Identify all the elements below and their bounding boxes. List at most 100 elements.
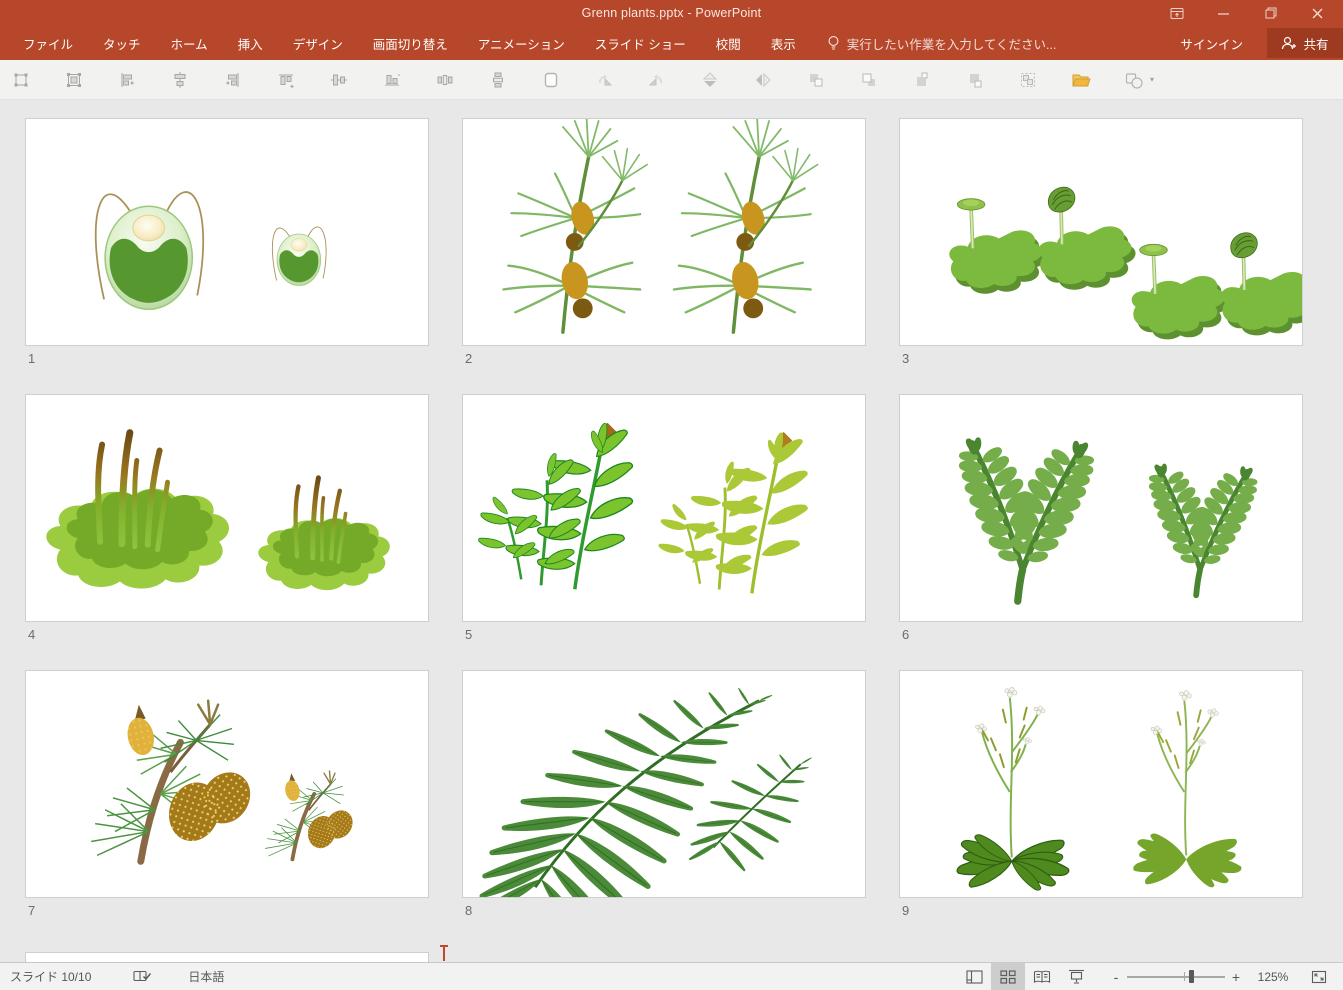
share-button[interactable]: 共有 bbox=[1267, 28, 1343, 58]
close-icon[interactable] bbox=[1294, 0, 1341, 26]
window-title: Grenn plants.pptx - PowerPoint bbox=[0, 0, 1343, 26]
fit-to-window-icon[interactable] bbox=[1299, 963, 1339, 990]
quick-access-toolbar: ▾ bbox=[0, 60, 1343, 100]
slide-sorter-pane: 1 bbox=[0, 100, 1343, 962]
slide-sorter-view-icon[interactable] bbox=[991, 963, 1025, 990]
signin-button[interactable]: サインイン bbox=[1156, 34, 1267, 53]
zoom-slider-track[interactable] bbox=[1127, 976, 1225, 978]
slide-cell-8: 8 bbox=[462, 670, 866, 920]
tab-animations[interactable]: アニメーション bbox=[463, 26, 580, 60]
open-folder-icon[interactable] bbox=[1070, 69, 1092, 91]
titlebar: Grenn plants.pptx - PowerPoint bbox=[0, 0, 1343, 26]
slide-7-artwork bbox=[26, 671, 428, 897]
bring-forward-icon[interactable] bbox=[805, 69, 827, 91]
group-objects-icon[interactable] bbox=[1017, 69, 1039, 91]
bring-to-front-icon[interactable] bbox=[911, 69, 933, 91]
align-top-icon[interactable] bbox=[275, 69, 297, 91]
slide-cell-3: 3 bbox=[899, 118, 1303, 368]
person-add-icon bbox=[1281, 36, 1297, 50]
align-right-icon[interactable] bbox=[222, 69, 244, 91]
send-backward-icon[interactable] bbox=[858, 69, 880, 91]
slideshow-view-icon[interactable] bbox=[1059, 963, 1093, 990]
slide-7-thumbnail[interactable] bbox=[25, 670, 429, 898]
insertion-cursor bbox=[443, 945, 445, 961]
slide-8-artwork bbox=[463, 671, 865, 897]
slide-1-thumbnail[interactable] bbox=[25, 118, 429, 346]
slide-cell-6: 6 bbox=[899, 394, 1303, 644]
statusbar-right: - + 125% bbox=[957, 963, 1343, 990]
scale-object-icon[interactable] bbox=[63, 69, 85, 91]
zoom-level[interactable]: 125% bbox=[1247, 970, 1299, 984]
minimize-icon[interactable] bbox=[1200, 0, 1247, 26]
slide-4-thumbnail[interactable] bbox=[25, 394, 429, 622]
spellcheck-icon[interactable] bbox=[133, 969, 152, 984]
flip-vertical-icon[interactable] bbox=[699, 69, 721, 91]
zoom-slider[interactable] bbox=[1127, 963, 1225, 990]
slide-cell-4: 4 bbox=[25, 394, 429, 644]
align-left-icon[interactable] bbox=[116, 69, 138, 91]
tab-home[interactable]: ホーム bbox=[156, 26, 223, 60]
flip-horizontal-icon[interactable] bbox=[752, 69, 774, 91]
statusbar: スライド 10/10 日本語 bbox=[0, 962, 1343, 990]
slide-number: 1 bbox=[25, 351, 429, 368]
slide-2-artwork bbox=[463, 119, 865, 345]
rotate-left-icon[interactable] bbox=[646, 69, 668, 91]
distribute-vertical-icon[interactable] bbox=[487, 69, 509, 91]
slide-number: 6 bbox=[899, 627, 1303, 644]
align-center-icon[interactable] bbox=[169, 69, 191, 91]
slide-number: 4 bbox=[25, 627, 429, 644]
normal-view-icon[interactable] bbox=[957, 963, 991, 990]
ribbon-display-options-icon[interactable] bbox=[1153, 0, 1200, 26]
slide-cell-5: 5 bbox=[462, 394, 866, 644]
account-area: サインイン 共有 bbox=[1156, 26, 1343, 60]
slide-3-thumbnail[interactable] bbox=[899, 118, 1303, 346]
slide-8-thumbnail[interactable] bbox=[462, 670, 866, 898]
zoom-out-button[interactable]: - bbox=[1105, 969, 1127, 985]
slide-5-artwork bbox=[463, 395, 865, 621]
send-to-back-icon[interactable] bbox=[964, 69, 986, 91]
slide-counter: スライド 10/10 bbox=[10, 968, 91, 985]
slide-number: 5 bbox=[462, 627, 866, 644]
distribute-horizontal-icon[interactable] bbox=[434, 69, 456, 91]
rotate-right-icon[interactable] bbox=[593, 69, 615, 91]
slide-6-thumbnail[interactable] bbox=[899, 394, 1303, 622]
window-controls bbox=[1153, 0, 1341, 26]
share-label: 共有 bbox=[1303, 34, 1328, 53]
tab-touch[interactable]: タッチ bbox=[88, 26, 156, 60]
zoom-slider-center-tick bbox=[1184, 972, 1185, 981]
zoom-in-button[interactable]: + bbox=[1225, 969, 1247, 985]
merge-shapes-dropdown-icon[interactable]: ▾ bbox=[1150, 75, 1154, 84]
size-position-icon[interactable] bbox=[10, 69, 32, 91]
tab-review[interactable]: 校閲 bbox=[701, 26, 756, 60]
tell-me-placeholder: 実行したい作業を入力してください... bbox=[847, 34, 1057, 53]
slide-grid: 1 bbox=[25, 118, 1303, 920]
slide-6-artwork bbox=[900, 395, 1302, 621]
slide-2-thumbnail[interactable] bbox=[462, 118, 866, 346]
slide-cell-9: 9 bbox=[899, 670, 1303, 920]
align-middle-icon[interactable] bbox=[328, 69, 350, 91]
slide-9-thumbnail[interactable] bbox=[899, 670, 1303, 898]
language-indicator[interactable]: 日本語 bbox=[188, 968, 224, 985]
lightbulb-icon bbox=[827, 35, 840, 51]
slide-10-thumbnail-partial[interactable] bbox=[25, 952, 429, 962]
tab-design[interactable]: デザイン bbox=[278, 26, 358, 60]
maximize-icon[interactable] bbox=[1247, 0, 1294, 26]
tab-file[interactable]: ファイル bbox=[8, 26, 88, 60]
merge-shapes-icon[interactable] bbox=[1123, 69, 1145, 91]
tab-slideshow[interactable]: スライド ショー bbox=[580, 26, 701, 60]
slide-4-artwork bbox=[26, 395, 428, 621]
slide-5-thumbnail[interactable] bbox=[462, 394, 866, 622]
slide-1-artwork bbox=[26, 119, 428, 345]
tab-insert[interactable]: 挿入 bbox=[223, 26, 278, 60]
shape-outline-icon[interactable] bbox=[540, 69, 562, 91]
slide-3-artwork bbox=[900, 119, 1302, 345]
zoom-slider-handle[interactable] bbox=[1189, 970, 1194, 983]
tab-view[interactable]: 表示 bbox=[756, 26, 811, 60]
slide-number: 8 bbox=[462, 903, 866, 920]
ribbon-tabs: ファイル タッチ ホーム 挿入 デザイン 画面切り替え アニメーション スライド… bbox=[0, 26, 811, 60]
tell-me-box[interactable]: 実行したい作業を入力してください... bbox=[827, 34, 1057, 53]
slide-cell-2: 2 bbox=[462, 118, 866, 368]
tab-transitions[interactable]: 画面切り替え bbox=[358, 26, 463, 60]
reading-view-icon[interactable] bbox=[1025, 963, 1059, 990]
align-bottom-icon[interactable] bbox=[381, 69, 403, 91]
